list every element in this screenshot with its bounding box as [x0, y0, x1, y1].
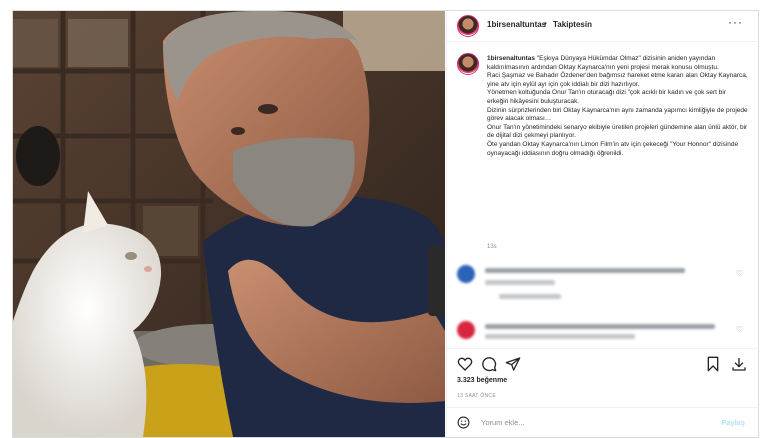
share-icon[interactable]: [505, 356, 521, 372]
likes-count[interactable]: 3.323 beğenme: [457, 377, 507, 384]
caption-paragraph-5: Onur Tan'ın yönetimindeki senaryo ekibiy…: [487, 123, 748, 140]
avatar[interactable]: [457, 15, 479, 37]
smiley-icon[interactable]: [457, 416, 470, 429]
bookmark-icon[interactable]: [705, 356, 721, 372]
comment-avatar[interactable]: [457, 321, 475, 339]
comment-text-blurred: [485, 324, 715, 329]
post-photo[interactable]: [13, 11, 445, 437]
caption-username[interactable]: 1birsenaltuntas: [487, 55, 535, 62]
comment-replies-blurred[interactable]: [499, 294, 561, 299]
action-bar: [447, 348, 759, 373]
caption-paragraph-3: Yönetmen koltuğunda Onur Tan'ın oturacağ…: [487, 89, 726, 105]
comment-text-blurred: [485, 334, 635, 339]
comment-item: ♡: [457, 263, 749, 303]
comment-like-icon[interactable]: ♡: [736, 269, 743, 278]
caption-paragraph-4: Dizinin sürprizlerinden biri Oktay Kayna…: [487, 106, 748, 123]
comment-icon[interactable]: [481, 356, 497, 372]
comment-avatar[interactable]: [457, 265, 475, 283]
comment-meta-blurred: [485, 280, 555, 285]
following-button[interactable]: Takiptesin: [553, 20, 592, 29]
comment-text-blurred: [485, 268, 685, 273]
comment-like-icon[interactable]: ♡: [736, 325, 743, 334]
post-time-ago: 13 SAAT ÖNCE: [457, 393, 496, 399]
post-header: 1birsenaltuntas • Takiptesin ···: [447, 11, 759, 42]
separator-dot: •: [544, 19, 547, 28]
caption-avatar[interactable]: [457, 53, 479, 75]
download-icon[interactable]: [731, 356, 747, 372]
caption-timestamp: 13s: [487, 244, 497, 250]
post-comment-button[interactable]: Paylaş: [721, 418, 745, 427]
heart-icon[interactable]: [457, 356, 473, 372]
comment-input[interactable]: Yorum ekle...: [481, 418, 525, 427]
post-window: 1birsenaltuntas • Takiptesin ··· 1birsen…: [12, 10, 759, 438]
caption-paragraph-6: Öte yandan Oktay Kaynarca'nın Limon Film…: [487, 140, 739, 157]
more-icon[interactable]: ···: [728, 15, 743, 29]
add-comment-bar: Yorum ekle... Paylaş: [447, 407, 759, 438]
photo-image: [13, 11, 445, 437]
username-link[interactable]: 1birsenaltuntas: [487, 20, 546, 29]
post-side-panel: 1birsenaltuntas • Takiptesin ··· 1birsen…: [446, 11, 759, 437]
caption-paragraph-2: Raci Şaşmaz ve Bahadır Özdener'den bağım…: [487, 72, 748, 88]
caption-text: 1birsenaltuntas "Eşkıya Dünyaya Hükümdar…: [487, 55, 749, 158]
